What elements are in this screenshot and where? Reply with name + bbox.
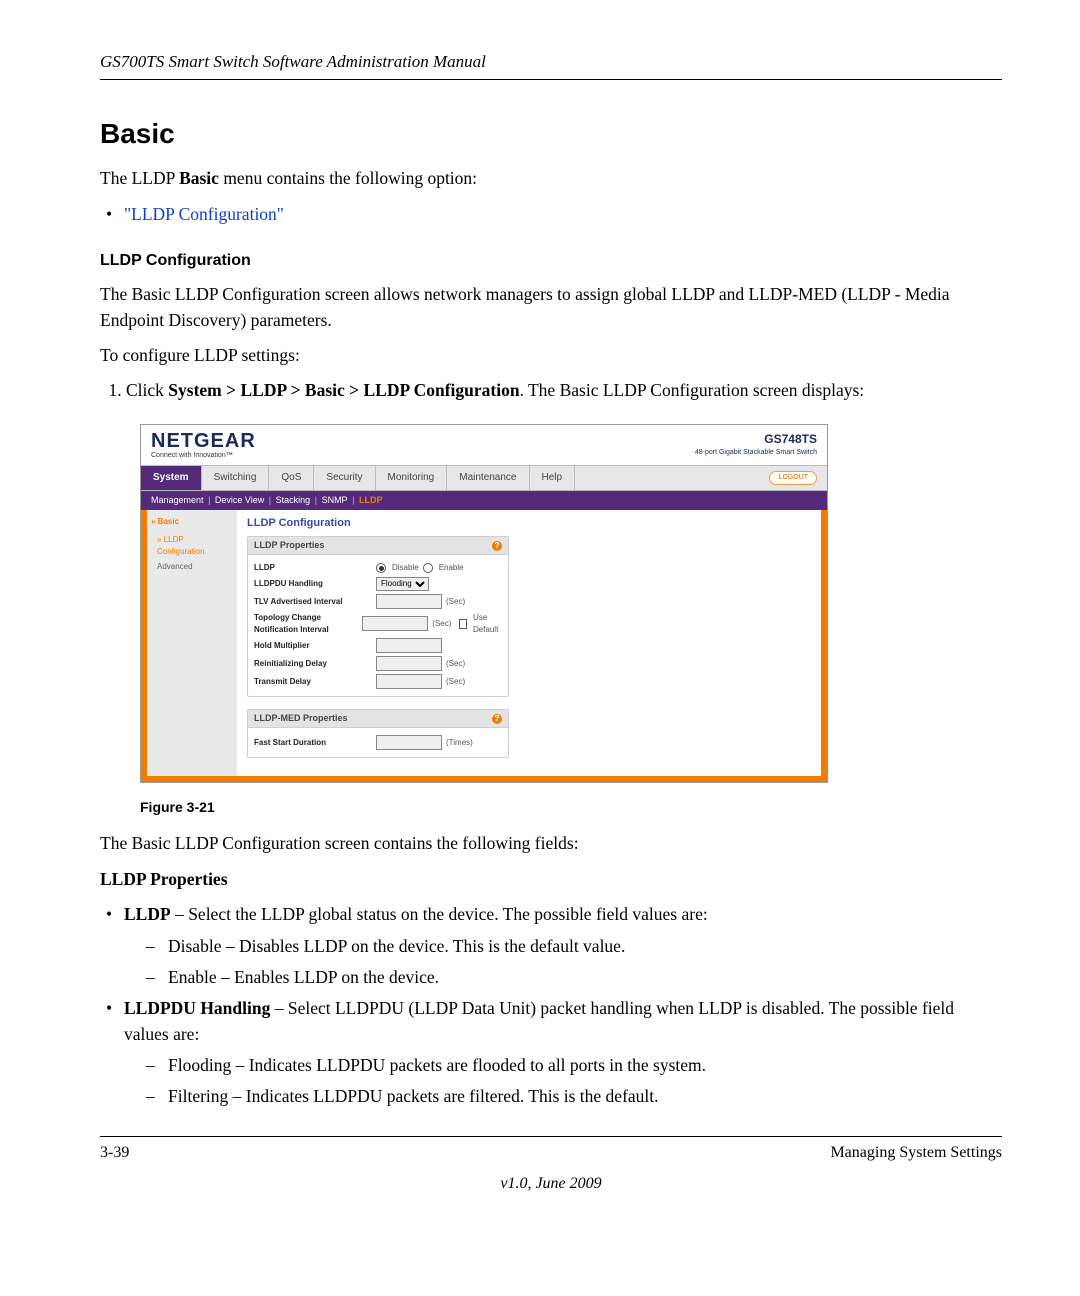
help-icon[interactable]: ? [492,714,502,724]
panel-heading: LLDP-MED Properties [254,712,348,725]
paragraph: To configure LLDP settings: [100,343,1002,368]
unit-label: (Sec) [446,676,465,688]
checkbox-label: Use Default [473,612,502,635]
transmit-delay-input[interactable] [376,674,442,689]
lldpdu-handling-select[interactable]: Flooding [376,577,429,591]
subnav-item-current[interactable]: LLDP [359,495,383,505]
footer-section: Managing System Settings [830,1141,1002,1164]
side-group[interactable]: » Basic [151,516,233,528]
radio-label: Disable [392,562,419,574]
radio-label: Enable [439,562,464,574]
radio-disable[interactable] [376,563,386,573]
paragraph: The Basic LLDP Configuration screen cont… [100,831,1002,856]
subheading: LLDP Configuration [100,249,1002,272]
field-label: Fast Start Duration [254,737,372,749]
fast-start-input[interactable] [376,735,442,750]
figure-screenshot: NETGEAR Connect with Innovation™ GS748TS… [140,424,828,784]
use-default-checkbox[interactable] [459,619,467,629]
model-desc: 48-port Gigabit Stackable Smart Switch [695,448,817,458]
logout-button[interactable]: LOGOUT [769,471,817,485]
brand-tagline: Connect with Innovation™ [151,451,256,461]
hold-multiplier-input[interactable] [376,638,442,653]
tab-monitoring[interactable]: Monitoring [376,466,448,491]
sidebar-item-lldp-config[interactable]: » LLDP Configuration [151,532,233,559]
paragraph: The Basic LLDP Configuration screen allo… [100,282,1002,333]
list-item: LLDP – Select the LLDP global status on … [124,902,1002,990]
help-icon[interactable]: ? [492,541,502,551]
tab-switching[interactable]: Switching [202,466,270,491]
list-item: Flooding – Indicates LLDPDU packets are … [168,1053,1002,1078]
unit-label: (Sec) [432,618,451,630]
properties-heading: LLDP Properties [100,867,1002,892]
tab-qos[interactable]: QoS [269,466,314,491]
text-bold: LLDPDU Handling [124,998,270,1018]
tab-system[interactable]: System [141,466,202,491]
text: . The Basic LLDP Configuration screen di… [520,380,865,400]
text-bold: Basic [179,168,219,188]
unit-label: (Sec) [446,658,465,670]
model-label: GS748TS 48-port Gigabit Stackable Smart … [695,431,817,459]
text: Click [126,380,168,400]
page-number: 3-39 [100,1141,129,1164]
field-label: TLV Advertised Interval [254,596,372,608]
text: The LLDP [100,168,179,188]
main-tabs: System Switching QoS Security Monitoring… [141,465,827,492]
lldp-med-properties-panel: LLDP-MED Properties ? Fast Start Duratio… [247,709,509,758]
topology-interval-input[interactable] [362,616,428,631]
tab-help[interactable]: Help [530,466,576,491]
figure-caption: Figure 3-21 [140,797,1002,817]
radio-enable[interactable] [423,563,433,573]
list-item: "LLDP Configuration" [124,202,1002,227]
list-item: LLDPDU Handling – Select LLDPDU (LLDP Da… [124,996,1002,1110]
unit-label: (Sec) [446,596,465,608]
field-label: LLDPDU Handling [254,578,372,590]
intro-paragraph: The LLDP Basic menu contains the followi… [100,166,1002,191]
field-label: Topology Change Notification Interval [254,612,358,635]
section-heading: Basic [100,114,1002,155]
text-bold: LLDP [124,904,171,924]
panel-heading: LLDP Properties [254,539,324,552]
tlv-interval-input[interactable] [376,594,442,609]
subnav-item[interactable]: Device View [215,495,264,505]
tab-security[interactable]: Security [314,466,375,491]
running-header: GS700TS Smart Switch Software Administra… [100,50,1002,75]
reinit-delay-input[interactable] [376,656,442,671]
field-label: Hold Multiplier [254,640,372,652]
list-item: Enable – Enables LLDP on the device. [168,965,1002,990]
panel-title: LLDP Configuration [247,516,811,532]
field-label: Transmit Delay [254,676,372,688]
sub-nav: Management | Device View | Stacking | SN… [141,491,827,510]
subnav-item[interactable]: Management [151,495,204,505]
unit-label: (Times) [446,737,473,749]
tab-maintenance[interactable]: Maintenance [447,466,529,491]
list-item: Filtering – Indicates LLDPDU packets are… [168,1084,1002,1109]
footer-rule [100,1136,1002,1137]
sidebar-item-advanced[interactable]: Advanced [151,559,233,575]
field-label: Reinitializing Delay [254,658,372,670]
text: – Select the LLDP global status on the d… [171,904,708,924]
subnav-item[interactable]: Stacking [276,495,311,505]
text-bold: System > LLDP > Basic > LLDP Configurati… [168,380,519,400]
text: menu contains the following option: [219,168,477,188]
brand-logo: NETGEAR [151,431,256,451]
model-number: GS748TS [695,431,817,448]
list-item: Disable – Disables LLDP on the device. T… [168,934,1002,959]
subnav-item[interactable]: SNMP [322,495,348,505]
lldp-configuration-link[interactable]: "LLDP Configuration" [124,204,284,224]
step-item: Click System > LLDP > Basic > LLDP Confi… [126,378,1002,403]
header-rule [100,79,1002,80]
field-label: LLDP [254,562,372,574]
side-nav: » Basic » LLDP Configuration Advanced [147,510,237,776]
lldp-properties-panel: LLDP Properties ? LLDP Disable Enable LL… [247,536,509,697]
footer-version: v1.0, June 2009 [100,1172,1002,1195]
